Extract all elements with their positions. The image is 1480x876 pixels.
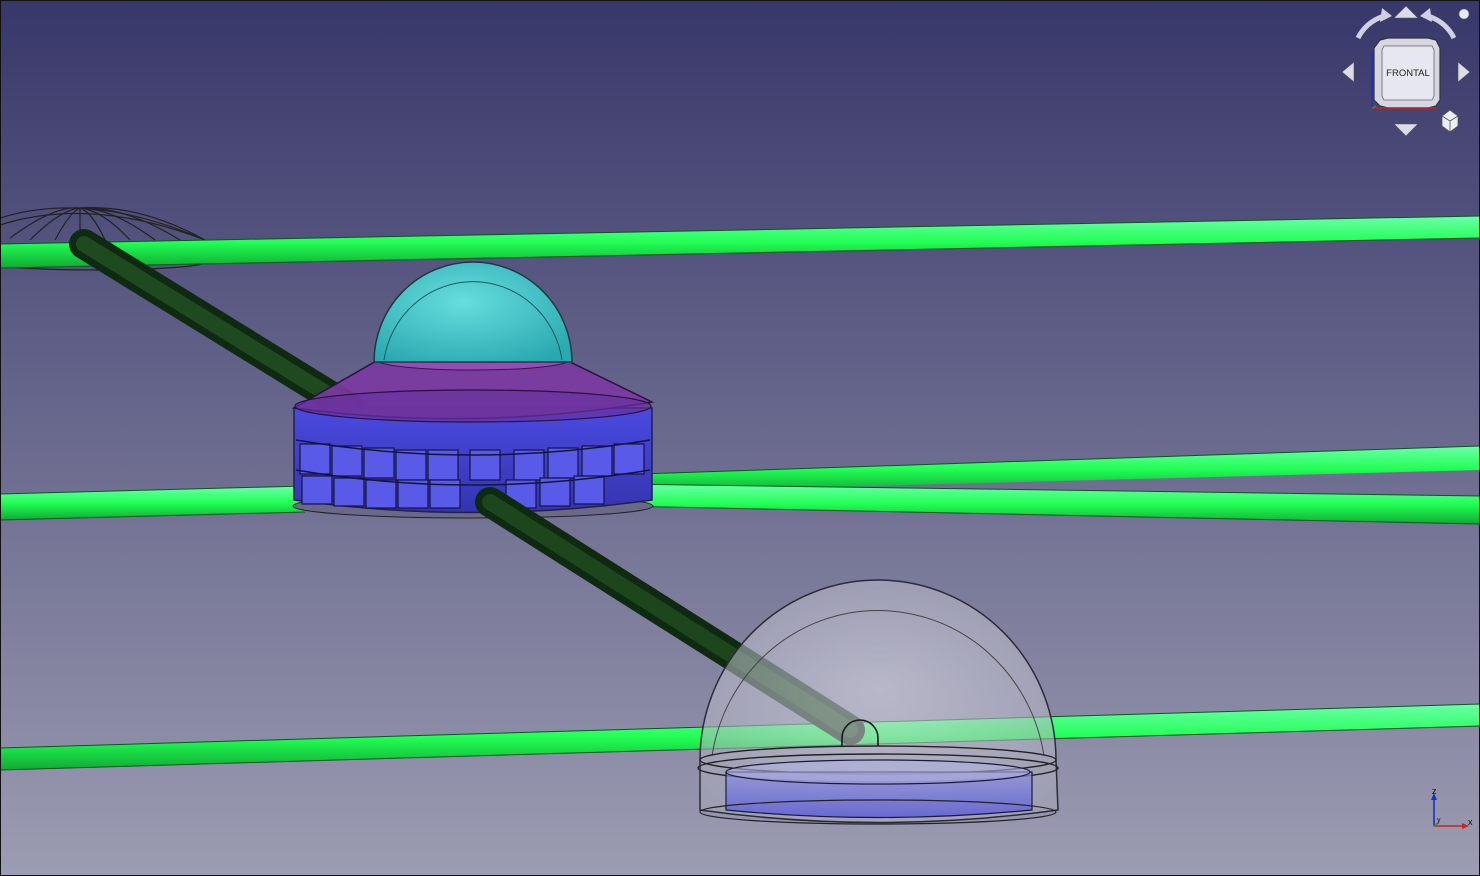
- arrow-right-icon[interactable]: [1457, 61, 1471, 83]
- frontal-cube-face[interactable]: FRONTAL: [1371, 37, 1441, 109]
- axis-triad: z x y: [1431, 786, 1473, 829]
- arrow-down-icon[interactable]: [1393, 123, 1419, 137]
- 3d-scene[interactable]: [0, 0, 1480, 876]
- rotate-left-icon[interactable]: [1355, 8, 1392, 40]
- z-axis-label: z: [1432, 786, 1437, 796]
- x-axis-label: x: [1468, 817, 1473, 827]
- navigation-cube[interactable]: FRONTAL: [1336, 4, 1476, 140]
- arrow-up-icon[interactable]: [1393, 5, 1419, 19]
- y-axis-label: y: [1437, 817, 1441, 824]
- rotate-right-icon[interactable]: [1420, 8, 1457, 40]
- frontal-face-label: FRONTAL: [1386, 68, 1430, 79]
- arrow-left-icon[interactable]: [1341, 61, 1355, 83]
- 3d-viewport[interactable]: FRONTAL z x y: [0, 0, 1480, 876]
- view-menu-icon[interactable]: [1441, 109, 1459, 133]
- home-dot-icon[interactable]: [1458, 8, 1470, 20]
